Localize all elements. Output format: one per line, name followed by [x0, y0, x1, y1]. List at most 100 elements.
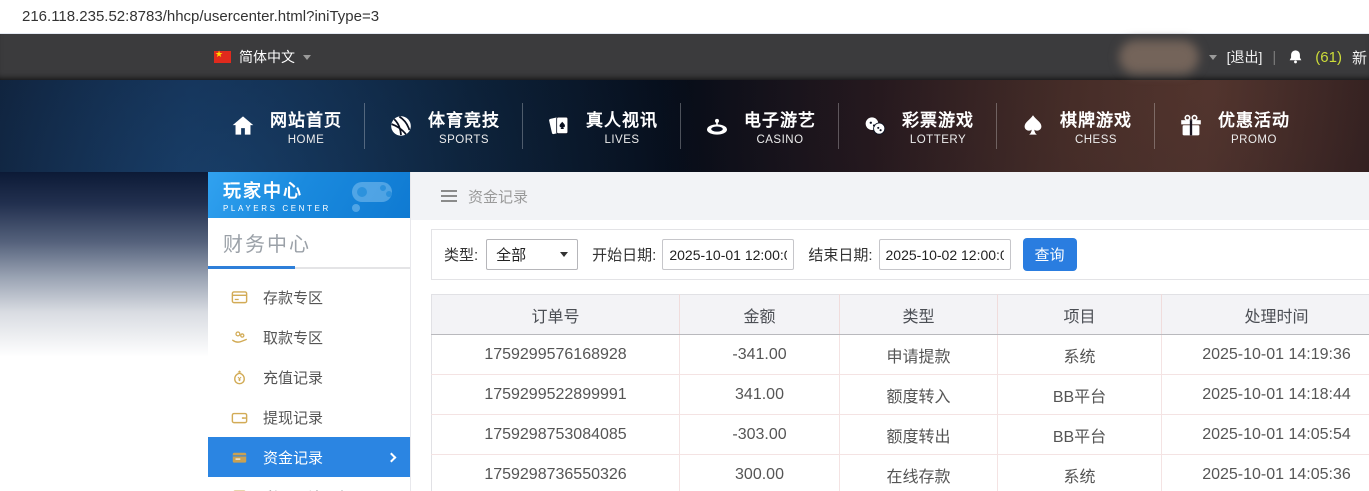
sidebar-item-label: 取款专区 — [263, 329, 324, 347]
home-icon — [232, 116, 254, 135]
cell-order-number: 1759298753084085 — [431, 414, 680, 455]
cell-order-number: 1759299522899991 — [431, 374, 680, 415]
type-select[interactable]: 全部 — [486, 239, 579, 270]
browser-url-text[interactable]: 216.118.235.52:8783/hhcp/usercenter.html… — [22, 8, 379, 25]
sidebar-item-funds-records[interactable]: 资金记录 — [208, 437, 410, 477]
filter-panel: 类型: 全部 开始日期: 结束日期: 查询 — [431, 229, 1369, 280]
cell-project: 系统 — [997, 454, 1162, 491]
topbar-right-group: [退出] | (61) 新 — [1118, 40, 1367, 74]
breadcrumb: 资金记录 — [411, 172, 1369, 220]
nav-item-lottery[interactable]: 彩票游戏 LOTTERY — [839, 106, 996, 146]
sports-ball-icon — [391, 115, 411, 136]
page: 216.118.235.52:8783/hhcp/usercenter.html… — [0, 0, 1369, 491]
wallet-icon — [231, 412, 248, 423]
nav-label-en: PROMO — [1231, 134, 1277, 146]
cell-process-time: 2025-10-01 14:18:44 — [1161, 374, 1369, 415]
nav-item-sports[interactable]: 体育竞技 SPORTS — [365, 106, 522, 146]
col-process-time: 处理时间 — [1161, 294, 1369, 335]
start-date-input[interactable] — [662, 239, 795, 270]
cell-process-time: 2025-10-01 14:05:36 — [1161, 454, 1369, 491]
section-underline — [208, 266, 410, 269]
list-document-icon — [233, 489, 246, 491]
nav-item-lives[interactable]: 真人视讯 LIVES — [523, 106, 680, 146]
nav-label-en: LOTTERY — [909, 134, 967, 146]
sidebar-section: 财务中心 — [208, 218, 410, 269]
user-chevron-down-icon[interactable] — [1208, 54, 1217, 60]
hamburger-icon[interactable] — [441, 190, 457, 202]
nav-item-chess[interactable]: 棋牌游戏 CHESS — [997, 106, 1154, 146]
background-gradient-strip — [0, 172, 208, 491]
roulette-icon — [706, 118, 728, 135]
browser-url-bar[interactable]: 216.118.235.52:8783/hhcp/usercenter.html… — [0, 0, 1369, 34]
sidebar-item-label: 资金记录 — [263, 449, 324, 467]
col-order-number: 订单号 — [431, 294, 680, 335]
money-bag-icon — [234, 369, 245, 384]
playing-cards-icon — [549, 116, 569, 135]
notification-count[interactable]: (61) — [1315, 49, 1342, 66]
type-filter-label: 类型: — [444, 247, 479, 264]
sidebar-item-withdraw[interactable]: 取款专区 — [208, 317, 410, 357]
logout-button[interactable]: [退出] — [1227, 47, 1263, 67]
gift-icon — [1181, 114, 1201, 136]
players-center-sidebar: 玩家中心 PLAYERS CENTER 财务中心 存款专区 取款专区 充值记录 … — [208, 172, 411, 491]
gamepad-decoration-icon — [352, 182, 392, 212]
language-selector[interactable]: ★ 简体中文 — [214, 47, 311, 67]
china-flag-icon: ★ — [214, 49, 231, 63]
sidebar-item-label: 充值记录 — [263, 369, 324, 387]
table-row: 1759299576168928 -341.00 申请提款 系统 2025-10… — [431, 334, 1369, 375]
lottery-balls-icon — [865, 117, 886, 135]
nav-item-casino[interactable]: 电子游艺 CASINO — [681, 106, 838, 146]
nav-label-en: CHESS — [1074, 134, 1118, 146]
nav-label-zh: 彩票游戏 — [902, 111, 974, 130]
topbar-divider: | — [1272, 48, 1277, 66]
notification-new-label[interactable]: 新 — [1352, 47, 1367, 68]
nav-label-en: CASINO — [756, 134, 804, 146]
sidebar-item-withdrawal-records[interactable]: 提现记录 — [208, 397, 410, 437]
end-date-input[interactable] — [878, 239, 1011, 270]
funds-record-icon — [232, 452, 247, 463]
cell-type: 额度转入 — [839, 374, 998, 415]
sidebar-item-lottery-bet-details[interactable]: 彩票下注明细 — [208, 477, 410, 491]
cell-type: 在线存款 — [839, 454, 998, 491]
cell-type: 申请提款 — [839, 334, 998, 375]
cell-project: BB平台 — [997, 374, 1162, 415]
nav-label-zh: 优惠活动 — [1218, 111, 1290, 130]
cell-amount: 300.00 — [679, 454, 840, 491]
cell-type: 额度转出 — [839, 414, 998, 455]
nav-label-en: HOME — [287, 134, 325, 146]
nav-item-home[interactable]: 网站首页 HOME — [207, 106, 364, 146]
site-top-bar: ★ 简体中文 [退出] | (61) 新 — [0, 34, 1369, 80]
select-caret-icon — [560, 252, 569, 257]
table-row: 1759298736550326 300.00 在线存款 系统 2025-10-… — [431, 454, 1369, 491]
sidebar-item-deposit[interactable]: 存款专区 — [208, 277, 410, 317]
cell-order-number: 1759299576168928 — [431, 334, 680, 375]
sidebar-item-label: 彩票下注明细 — [263, 487, 353, 491]
table-row: 1759298753084085 -303.00 额度转出 BB平台 2025-… — [431, 414, 1369, 455]
chevron-down-icon — [303, 54, 311, 60]
main-navigation: 网站首页 HOME 体育竞技 SPORTS 真人视讯 LIVES 电子游艺 CA… — [0, 80, 1369, 172]
col-amount: 金额 — [679, 294, 840, 335]
sidebar-header: 玩家中心 PLAYERS CENTER — [208, 172, 410, 218]
sidebar-item-label: 提现记录 — [263, 409, 324, 427]
sidebar-item-recharge-records[interactable]: 充值记录 — [208, 357, 410, 397]
content-region: 玩家中心 PLAYERS CENTER 财务中心 存款专区 取款专区 充值记录 … — [0, 172, 1369, 491]
main-panel: 资金记录 类型: 全部 开始日期: 结束日期: 查询 — [411, 172, 1369, 491]
nav-label-zh: 电子游艺 — [744, 111, 816, 130]
spade-icon — [1024, 115, 1042, 135]
notification-bell-icon[interactable] — [1286, 48, 1305, 67]
nav-label-en: SPORTS — [438, 134, 490, 146]
search-button[interactable]: 查询 — [1022, 238, 1077, 271]
col-type: 类型 — [839, 294, 998, 335]
chevron-right-icon — [386, 452, 397, 462]
col-project: 项目 — [997, 294, 1162, 335]
nav-label-en: LIVES — [604, 134, 640, 146]
nav-label-zh: 真人视讯 — [586, 111, 658, 130]
funds-record-table: 订单号 金额 类型 项目 处理时间 1759299576168928 -341.… — [431, 294, 1369, 491]
sidebar-item-label: 存款专区 — [263, 289, 324, 307]
nav-label-zh: 棋牌游戏 — [1060, 111, 1132, 130]
nav-label-zh: 体育竞技 — [428, 111, 500, 130]
start-date-label: 开始日期: — [592, 247, 657, 264]
nav-item-promo[interactable]: 优惠活动 PROMO — [1155, 106, 1312, 146]
language-label: 简体中文 — [239, 49, 295, 65]
cell-process-time: 2025-10-01 14:19:36 — [1161, 334, 1369, 375]
